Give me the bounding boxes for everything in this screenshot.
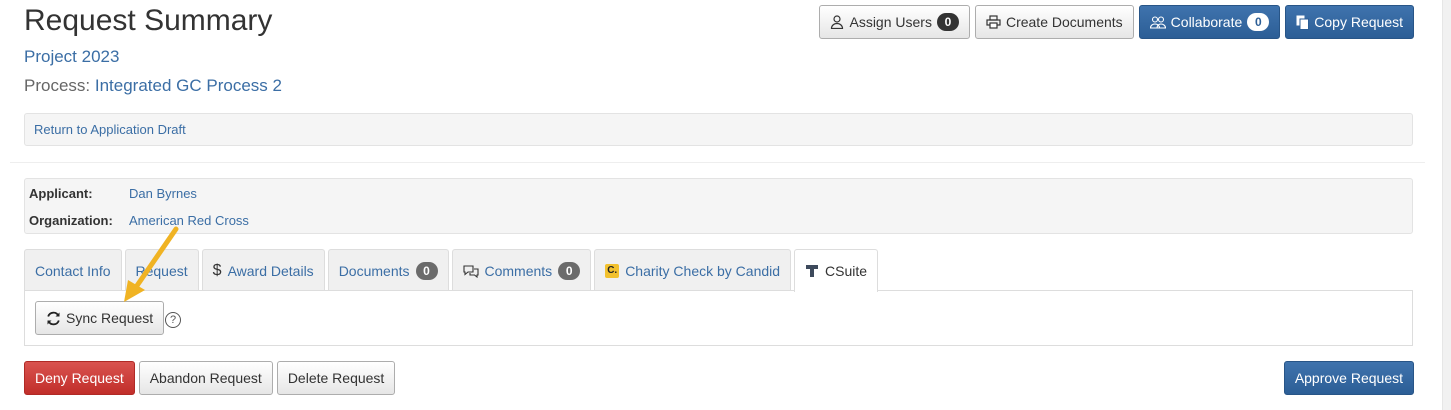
collaborate-button[interactable]: Collaborate 0 (1138, 5, 1281, 39)
printer-icon (986, 15, 1001, 29)
page-title: Request Summary (24, 4, 273, 37)
delete-request-button[interactable]: Delete Request (276, 361, 396, 395)
tab-contact-info[interactable]: Contact Info (24, 249, 122, 291)
top-actions: Assign Users 0 Create Documents Collabor… (819, 5, 1414, 39)
process-label: Process: (24, 76, 91, 95)
candid-icon: C. (605, 263, 620, 278)
organization-label: Organization: (29, 213, 113, 228)
copy-icon (1296, 15, 1310, 30)
copy-request-button[interactable]: Copy Request (1285, 5, 1414, 39)
applicant-summary: Applicant: Dan Byrnes Organization: Amer… (24, 178, 1413, 234)
tab-award-details[interactable]: $ Award Details (201, 249, 325, 291)
user-icon (831, 15, 844, 29)
tab-documents[interactable]: Documents 0 (327, 249, 449, 291)
assign-users-label: Assign Users (849, 14, 932, 30)
refresh-icon (47, 311, 60, 325)
tab-request[interactable]: Request (124, 249, 199, 291)
copy-request-label: Copy Request (1314, 14, 1403, 30)
comments-count: 0 (558, 261, 581, 280)
tab-comments[interactable]: Comments 0 (451, 249, 592, 291)
organization-row: Organization: American Red Cross (29, 213, 249, 228)
tab-label: Award Details (227, 262, 314, 279)
tab-label: Contact Info (35, 262, 111, 279)
bottom-actions: Deny Request Abandon Request Delete Requ… (24, 361, 396, 395)
applicant-link[interactable]: Dan Byrnes (129, 186, 197, 201)
deny-request-button[interactable]: Deny Request (24, 361, 135, 395)
tab-charity-check[interactable]: C. Charity Check by Candid (594, 249, 792, 291)
tab-csuite[interactable]: CSuite (794, 249, 879, 292)
draft-well: Return to Application Draft (24, 113, 1413, 146)
approve-actions: Approve Request (1283, 361, 1414, 395)
return-to-draft-link[interactable]: Return to Application Draft (34, 122, 186, 137)
create-documents-label: Create Documents (1005, 14, 1123, 30)
sync-request-label: Sync Request (66, 310, 154, 326)
project-link[interactable]: Project 2023 (24, 47, 119, 67)
applicant-row: Applicant: Dan Byrnes (29, 186, 197, 201)
sync-request-button[interactable]: Sync Request (35, 301, 165, 335)
collaborate-label: Collaborate (1170, 14, 1243, 30)
tab-label: Comments (484, 262, 553, 279)
tab-label: CSuite (825, 263, 868, 279)
users-icon (1149, 15, 1166, 29)
process-link[interactable]: Integrated GC Process 2 (95, 76, 282, 95)
assign-users-button[interactable]: Assign Users 0 (819, 5, 970, 39)
assign-users-count: 0 (936, 13, 959, 31)
tab-label: Documents (338, 262, 410, 279)
tab-label: Request (135, 262, 188, 279)
scrollbar[interactable] (1442, 0, 1451, 410)
applicant-label: Applicant: (29, 186, 93, 201)
csuite-icon (806, 265, 819, 277)
dollar-icon: $ (212, 261, 222, 279)
csuite-panel: Sync Request ? (24, 290, 1413, 346)
documents-count: 0 (415, 261, 438, 280)
request-tabs: Contact Info Request $ Award Details Doc… (24, 249, 879, 292)
organization-link[interactable]: American Red Cross (129, 213, 249, 228)
process-line: Process: Integrated GC Process 2 (24, 76, 282, 96)
collaborate-count: 0 (1247, 13, 1270, 31)
approve-request-button[interactable]: Approve Request (1283, 361, 1414, 395)
create-documents-button[interactable]: Create Documents (974, 5, 1134, 39)
tab-label: Charity Check by Candid (625, 262, 781, 279)
comments-icon (462, 264, 479, 278)
help-icon[interactable]: ? (165, 312, 181, 328)
divider (10, 162, 1425, 163)
abandon-request-button[interactable]: Abandon Request (138, 361, 273, 395)
